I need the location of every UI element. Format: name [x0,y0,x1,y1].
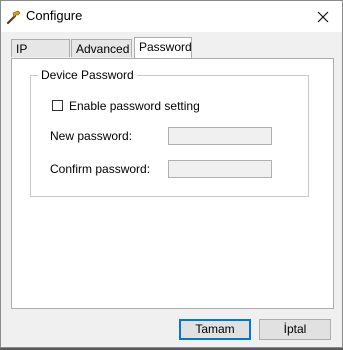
enable-password-checkbox[interactable] [52,100,63,111]
new-password-label: New password: [50,129,133,143]
confirm-password-label: Confirm password: [50,162,151,176]
group-title: Device Password [38,68,137,82]
configure-dialog: Configure IP Address Advanced Password D… [0,0,343,348]
new-password-field[interactable] [168,127,272,145]
window-title: Configure [26,8,83,23]
tab-advanced[interactable]: Advanced [71,39,132,57]
title-bar: Configure [1,1,342,32]
tab-ip-address[interactable]: IP Address [11,39,70,74]
confirm-password-field[interactable] [168,160,272,178]
ok-button[interactable]: Tamam [179,319,251,340]
tab-label: Advanced [76,42,130,56]
password-tab-panel: Device Password Enable password setting … [11,58,334,309]
close-icon[interactable] [311,6,335,28]
device-password-group: Device Password Enable password setting … [30,68,309,197]
cancel-button[interactable]: İptal [259,319,331,340]
tab-password[interactable]: Password [134,37,192,60]
enable-password-label: Enable password setting [69,99,200,113]
tab-label: Password [139,40,192,54]
tools-icon [6,10,21,25]
